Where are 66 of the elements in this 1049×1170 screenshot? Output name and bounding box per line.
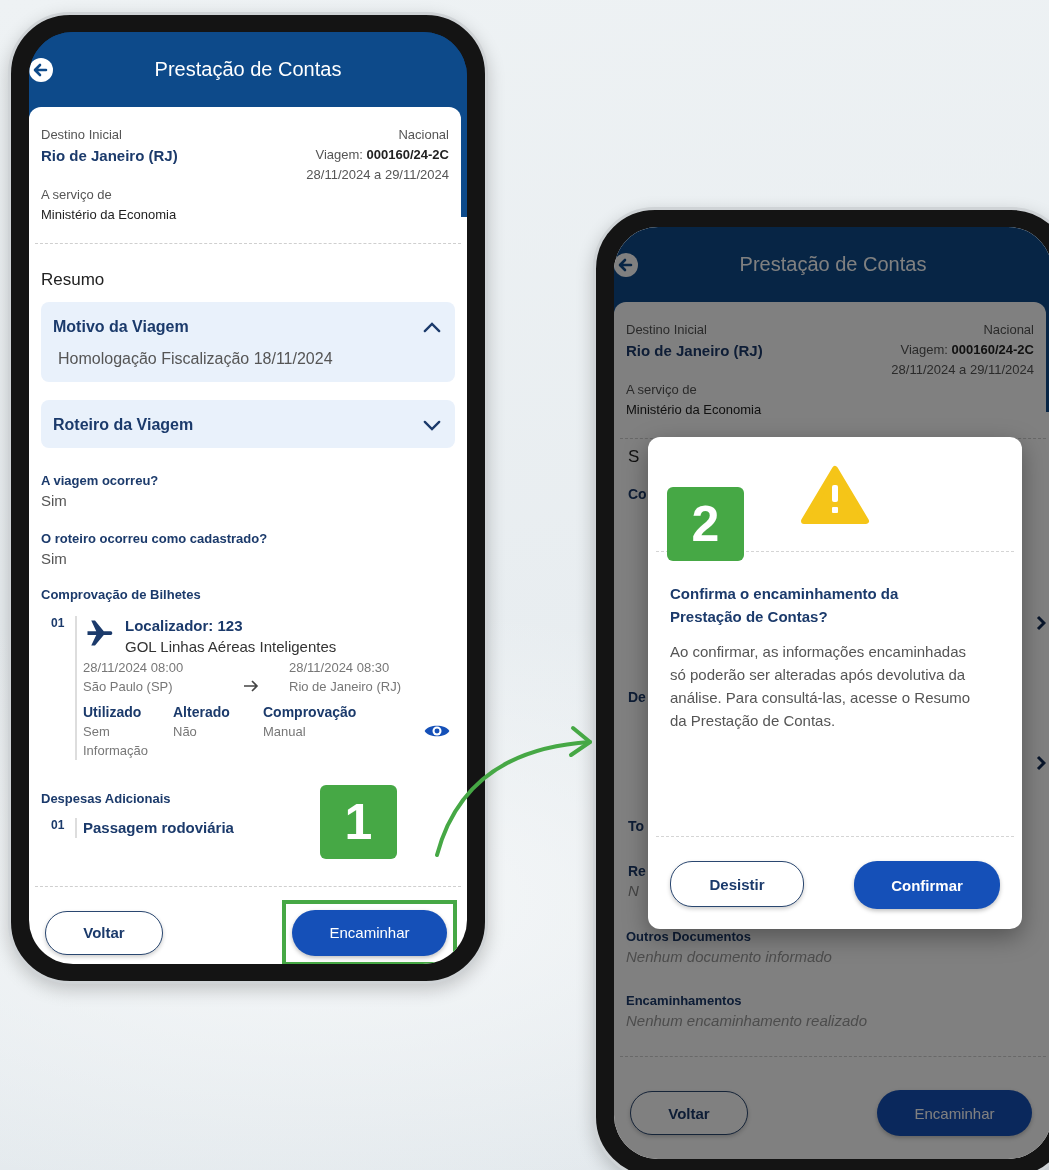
answer-text: Sim [41, 549, 68, 569]
expenses-title: Despesas Adicionais [41, 790, 172, 808]
trip-dates: 28/11/2024 a 29/11/2024 [891, 361, 1034, 379]
arrival-place: Rio de Janeiro (RJ) [289, 678, 401, 696]
step-number-badge: 1 [320, 785, 397, 859]
section-title: Resumo [41, 270, 106, 290]
expense-name: Passagem rodoviária [83, 818, 234, 838]
question-label: A viagem ocorreu? [41, 472, 160, 490]
field-label: Utilizado [83, 703, 143, 722]
departure-place: São Paulo (SP) [83, 678, 174, 696]
trip-number: Viagem: 000160/24-2C [900, 341, 1034, 359]
chevron-down-icon[interactable] [423, 419, 441, 431]
airline-name: GOL Linhas Aéreas Inteligentes [125, 637, 337, 657]
cut-off-text: S [628, 447, 640, 467]
destination-label: Destino Inicial [626, 321, 708, 339]
right-arrow-icon [243, 680, 259, 692]
field-label: Alterado [173, 703, 231, 722]
step-number-badge: 2 [667, 487, 744, 561]
destination-value: Rio de Janeiro (RJ) [626, 341, 763, 361]
cut-off-text: To [628, 817, 645, 836]
forward-button[interactable]: Encaminhar [877, 1090, 1032, 1136]
accordion-title: Motivo da Viagem [53, 318, 189, 336]
accordion-panel[interactable]: Motivo da Viagem Homologação Fiscalização 18/11/2024 [41, 302, 455, 382]
field-value: Sem Informação [83, 723, 150, 760]
accordion-panel[interactable]: Roteiro da Viagem [41, 400, 455, 448]
back-button[interactable]: Voltar [630, 1091, 748, 1135]
trip-number: Viagem: 000160/24-2C [315, 146, 449, 164]
chevron-right-icon[interactable] [1036, 755, 1046, 771]
accordion-text: Homologação Fiscalização 18/11/2024 [57, 350, 334, 368]
cut-off-text: Re [628, 862, 646, 881]
tickets-title: Comprovação de Bilhetes [41, 586, 202, 604]
service-label: A serviço de [626, 381, 698, 399]
chevron-up-icon[interactable] [423, 321, 441, 333]
arrival-time: 28/11/2024 08:30 [289, 659, 391, 677]
item-index: 01 [50, 616, 66, 632]
departure-time: 28/11/2024 08:00 [83, 659, 185, 677]
cut-off-text: De [628, 688, 646, 707]
service-label: A serviço de [41, 186, 113, 204]
scope-label: Nacional [398, 126, 449, 144]
screen-title: Prestação de Contas [739, 253, 927, 276]
answer-text: Sim [41, 491, 68, 511]
destination-value: Rio de Janeiro (RJ) [41, 146, 178, 166]
warning-icon [800, 465, 870, 525]
service-value: Ministério da Economia [41, 206, 178, 224]
cut-off-text: Co [628, 485, 647, 504]
screen-title: Prestação de Contas [154, 58, 342, 81]
cut-off-text: N [628, 881, 639, 901]
forward-button[interactable]: Encaminhar [292, 909, 447, 956]
confirm-button[interactable]: Confirmar [854, 861, 1000, 909]
scope-label: Nacional [983, 321, 1034, 339]
section-label: Encaminhamentos [626, 992, 743, 1010]
destination-label: Destino Inicial [41, 126, 123, 144]
field-value: Manual [263, 723, 307, 741]
trip-dates: 28/11/2024 a 29/11/2024 [306, 166, 449, 184]
dialog-message: Ao confirmar, as informações encaminhadas só poderão ser alteradas após devolutiva da análise. Para consultá-las, acesse o Resumo da Prestação de Contas. [670, 642, 972, 731]
cancel-button[interactable]: Desistir [670, 861, 804, 907]
question-label: O roteiro ocorreu como cadastrado? [41, 530, 269, 548]
section-label: Outros Documentos [626, 928, 752, 946]
service-value: Ministério da Economia [626, 401, 763, 419]
chevron-right-icon[interactable] [1036, 615, 1046, 631]
field-value: Não [173, 723, 198, 741]
locator-text: Localizador: 123 [125, 616, 244, 636]
back-button[interactable]: Voltar [45, 910, 163, 955]
item-index: 01 [50, 818, 66, 834]
accordion-title: Roteiro da Viagem [53, 416, 194, 434]
dialog-title: Confirma o encaminhamento da Prestação de Contas? [670, 584, 900, 627]
